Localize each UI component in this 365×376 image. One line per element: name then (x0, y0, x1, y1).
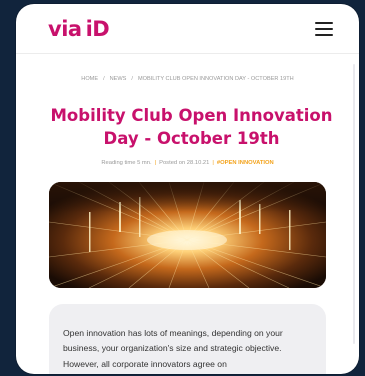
meta-separator: | (212, 160, 214, 166)
light-tunnel-illustration (49, 182, 326, 288)
article-tag[interactable]: #OPEN INNOVATION (217, 160, 274, 166)
logo-via: via (48, 16, 82, 41)
article-meta: Reading time 5 mn. | Posted on 28.10.21 | #O… (16, 160, 359, 166)
intro-card: Open innovation has lots of meanings, de… (49, 304, 326, 374)
reading-time: Reading time 5 mn. (101, 160, 152, 166)
breadcrumb-separator: / (131, 76, 133, 82)
breadcrumb-current: MOBILITY CLUB OPEN INNOVATION DAY - OCTO… (137, 76, 294, 82)
article-title: Mobility Club Open Innovation Day - Octo… (50, 106, 333, 148)
article-intro: Open innovation has lots of meanings, de… (63, 328, 283, 369)
breadcrumb-news[interactable]: NEWS (110, 76, 127, 82)
breadcrumb-separator: / (103, 76, 105, 82)
hero-image (49, 182, 326, 288)
menu-line (315, 27, 333, 30)
logo-id: iD (85, 16, 110, 41)
site-header: via iD (16, 4, 359, 54)
menu-line (315, 33, 333, 36)
viaid-logo[interactable]: via iD (48, 16, 110, 41)
breadcrumb: HOME / NEWS / MOBILITY CLUB OPEN INNOVATION … (56, 75, 319, 84)
breadcrumb-home[interactable]: HOME (81, 76, 98, 82)
menu-line (315, 21, 333, 24)
phone-screen: via iD HOME / NEWS / MOBILITY CLUB OPEN INNO… (16, 4, 359, 374)
hamburger-menu-icon[interactable] (315, 21, 333, 36)
meta-separator: | (154, 160, 157, 166)
scrollbar[interactable] (353, 64, 355, 344)
posted-date: Posted on 28.10.21 (159, 160, 210, 166)
